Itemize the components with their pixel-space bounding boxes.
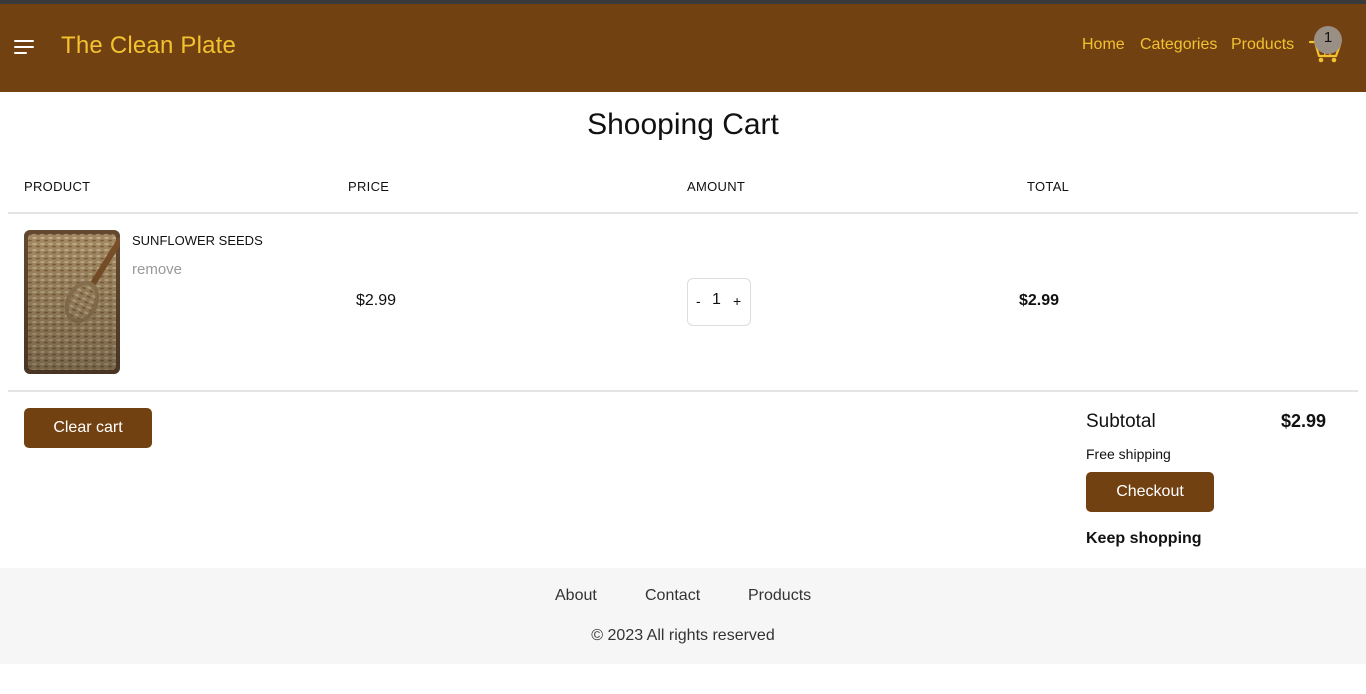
product-name: SUNFLOWER SEEDS bbox=[132, 233, 263, 248]
copyright: © 2023 All rights reserved bbox=[591, 627, 775, 644]
column-header-amount: AMOUNT bbox=[687, 179, 746, 194]
increment-button[interactable]: + bbox=[733, 293, 741, 309]
keep-shopping-link[interactable]: Keep shopping bbox=[1086, 530, 1202, 548]
page-bottom bbox=[0, 690, 1366, 694]
checkout-button[interactable]: Checkout bbox=[1086, 472, 1214, 512]
brand-title[interactable]: The Clean Plate bbox=[61, 32, 236, 60]
footer-link-contact[interactable]: Contact bbox=[645, 587, 700, 605]
hamburger-icon[interactable] bbox=[14, 40, 36, 56]
nav-home[interactable]: Home bbox=[1082, 36, 1125, 54]
clear-cart-button[interactable]: Clear cart bbox=[24, 408, 152, 448]
quantity-value: 1 bbox=[712, 291, 721, 308]
remove-link[interactable]: remove bbox=[132, 261, 182, 278]
cart-count-badge: 1 bbox=[1314, 26, 1342, 54]
footer: About Contact Products © 2023 All rights… bbox=[0, 568, 1366, 664]
footer-link-about[interactable]: About bbox=[555, 587, 597, 605]
table-header-divider bbox=[8, 212, 1358, 214]
navbar: The Clean Plate Home Categories Products… bbox=[0, 4, 1366, 92]
shipping-note: Free shipping bbox=[1086, 446, 1171, 462]
product-price: $2.99 bbox=[356, 292, 397, 309]
product-image bbox=[24, 230, 120, 374]
page-title: Shooping Cart bbox=[587, 108, 779, 141]
subtotal-label: Subtotal bbox=[1086, 411, 1156, 432]
cart-button[interactable]: 1 bbox=[1306, 22, 1346, 66]
nav-categories[interactable]: Categories bbox=[1140, 36, 1217, 54]
nav-products[interactable]: Products bbox=[1231, 36, 1294, 54]
decrement-button[interactable]: - bbox=[696, 293, 701, 309]
footer-link-products[interactable]: Products bbox=[748, 587, 811, 605]
table-footer-divider bbox=[8, 390, 1358, 392]
quantity-stepper: - 1 + bbox=[687, 278, 751, 326]
row-total: $2.99 bbox=[1019, 292, 1060, 309]
column-header-product: PRODUCT bbox=[24, 179, 91, 194]
column-header-price: PRICE bbox=[348, 179, 390, 194]
subtotal-value: $2.99 bbox=[1281, 411, 1327, 431]
column-header-total: TOTAL bbox=[1027, 179, 1070, 194]
